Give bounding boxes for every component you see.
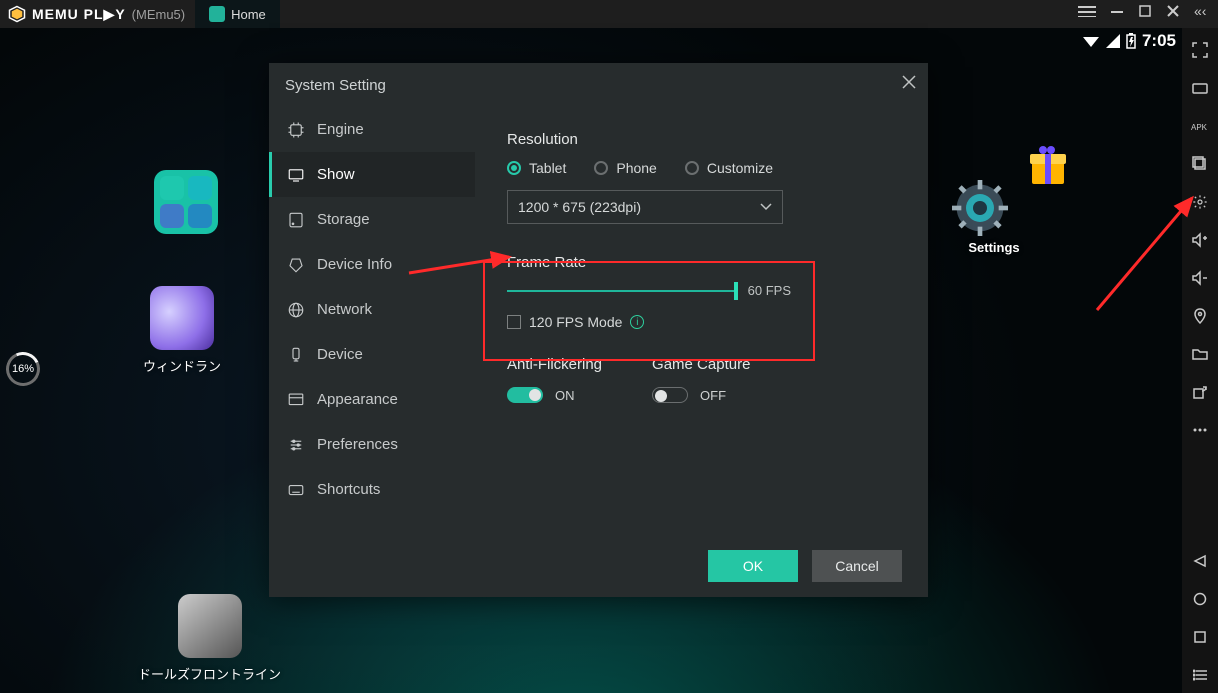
app-label-windrun: ウィンドラン: [136, 356, 228, 375]
title-bar: MEMU PL▶Y (MEmu5) Home «‹: [0, 0, 1218, 28]
nav-home-icon[interactable]: [1190, 589, 1210, 609]
apk-icon[interactable]: APK: [1190, 116, 1210, 136]
collapse-right-icon[interactable]: «‹: [1194, 4, 1212, 18]
app-label-settings: Settings: [948, 240, 1040, 255]
minimize-icon[interactable]: [1110, 4, 1124, 18]
info-icon[interactable]: i: [630, 315, 644, 329]
volume-up-icon[interactable]: [1190, 230, 1210, 250]
right-toolbar: APK: [1182, 28, 1218, 693]
app-folder-icon[interactable]: [140, 170, 232, 240]
nav-recent-icon[interactable]: [1190, 627, 1210, 647]
ok-button[interactable]: OK: [708, 550, 798, 582]
modal-title: System Setting: [285, 77, 386, 94]
svg-text:APK: APK: [1191, 123, 1208, 132]
section-framerate-title: Frame Rate: [507, 254, 928, 271]
app-icon-settings[interactable]: Settings: [948, 176, 1040, 255]
toggle-antiflicker[interactable]: [507, 387, 543, 403]
settings-modal: System Setting Engine Show Storage: [269, 63, 928, 597]
sidebar-item-preferences[interactable]: Preferences: [269, 422, 475, 467]
statusbar-time: 7:05: [1142, 31, 1176, 51]
section-antiflicker-title: Anti-Flickering: [507, 356, 602, 373]
instance-label: (MEmu5): [132, 7, 185, 22]
resolution-dropdown[interactable]: 1200 * 675 (223dpi): [507, 190, 783, 224]
volume-down-icon[interactable]: [1190, 268, 1210, 288]
folder-icon[interactable]: [1190, 344, 1210, 364]
app-label-dfl: ドールズフロントライン: [138, 664, 281, 683]
checkbox-120fps[interactable]: [507, 315, 521, 329]
close-icon[interactable]: [902, 75, 916, 93]
progress-circle: 16%: [1, 347, 45, 391]
android-desktop: 7:05 ウィンドラン 16% Settings ドールズフロントライン Sys…: [0, 28, 1182, 693]
sidebar-item-network[interactable]: Network: [269, 287, 475, 332]
nav-list-icon[interactable]: [1190, 665, 1210, 685]
memu-logo-icon: [8, 5, 26, 23]
cancel-button[interactable]: Cancel: [812, 550, 902, 582]
radio-phone[interactable]: Phone: [594, 160, 656, 176]
sidebar-item-device[interactable]: Device: [269, 332, 475, 377]
tab-home[interactable]: Home: [195, 0, 280, 28]
framerate-slider[interactable]: [507, 290, 738, 292]
app-icon-dfl[interactable]: ドールズフロントライン: [138, 594, 281, 683]
wifi-icon: [1082, 33, 1100, 49]
slider-thumb[interactable]: [734, 282, 738, 300]
resolution-dropdown-value: 1200 * 675 (223dpi): [518, 199, 641, 215]
settings-content: Resolution Tablet Phone Customize 1200 *…: [475, 107, 928, 535]
sidebar-item-device-info[interactable]: Device Info: [269, 242, 475, 287]
antiflicker-state: ON: [555, 388, 575, 403]
framerate-value: 60 FPS: [748, 283, 791, 298]
sidebar-item-engine[interactable]: Engine: [269, 107, 475, 152]
gamecapture-state: OFF: [700, 388, 726, 403]
android-statusbar: 7:05: [1082, 28, 1182, 54]
radio-tablet[interactable]: Tablet: [507, 160, 566, 176]
fullscreen-icon[interactable]: [1190, 40, 1210, 60]
sidebar-item-appearance[interactable]: Appearance: [269, 377, 475, 422]
location-icon[interactable]: [1190, 306, 1210, 326]
app-icon-windrun[interactable]: ウィンドラン: [136, 286, 228, 375]
sidebar-item-show[interactable]: Show: [269, 152, 475, 197]
sidebar-item-shortcuts[interactable]: Shortcuts: [269, 467, 475, 512]
maximize-icon[interactable]: [1138, 4, 1152, 18]
sidebar-item-storage[interactable]: Storage: [269, 197, 475, 242]
section-resolution-title: Resolution: [507, 131, 928, 148]
app-logo: MEMU PL▶Y (MEmu5): [0, 5, 185, 23]
close-window-icon[interactable]: [1166, 4, 1180, 18]
radio-customize[interactable]: Customize: [685, 160, 773, 176]
chevron-down-icon: [760, 203, 772, 211]
signal-icon: [1106, 34, 1120, 48]
tab-home-label: Home: [231, 7, 266, 22]
section-gamecapture-title: Game Capture: [652, 356, 750, 373]
more-icon[interactable]: [1190, 420, 1210, 440]
home-tab-icon: [209, 6, 225, 22]
modal-header: System Setting: [269, 63, 928, 107]
multi-window-icon[interactable]: [1190, 154, 1210, 174]
toggle-gamecapture[interactable]: [652, 387, 688, 403]
label-120fps: 120 FPS Mode: [529, 314, 622, 330]
app-name: MEMU PL▶Y: [32, 6, 126, 23]
gear-icon[interactable]: [1190, 192, 1210, 212]
svg-text:«‹: «‹: [1194, 4, 1207, 18]
rotate-icon[interactable]: [1190, 382, 1210, 402]
settings-sidebar: Engine Show Storage Device Info Network: [269, 107, 475, 535]
modal-footer: OK Cancel: [269, 535, 928, 597]
battery-icon: [1126, 33, 1136, 49]
keymap-icon[interactable]: [1190, 78, 1210, 98]
menu-icon[interactable]: [1078, 5, 1096, 17]
nav-back-icon[interactable]: [1190, 551, 1210, 571]
